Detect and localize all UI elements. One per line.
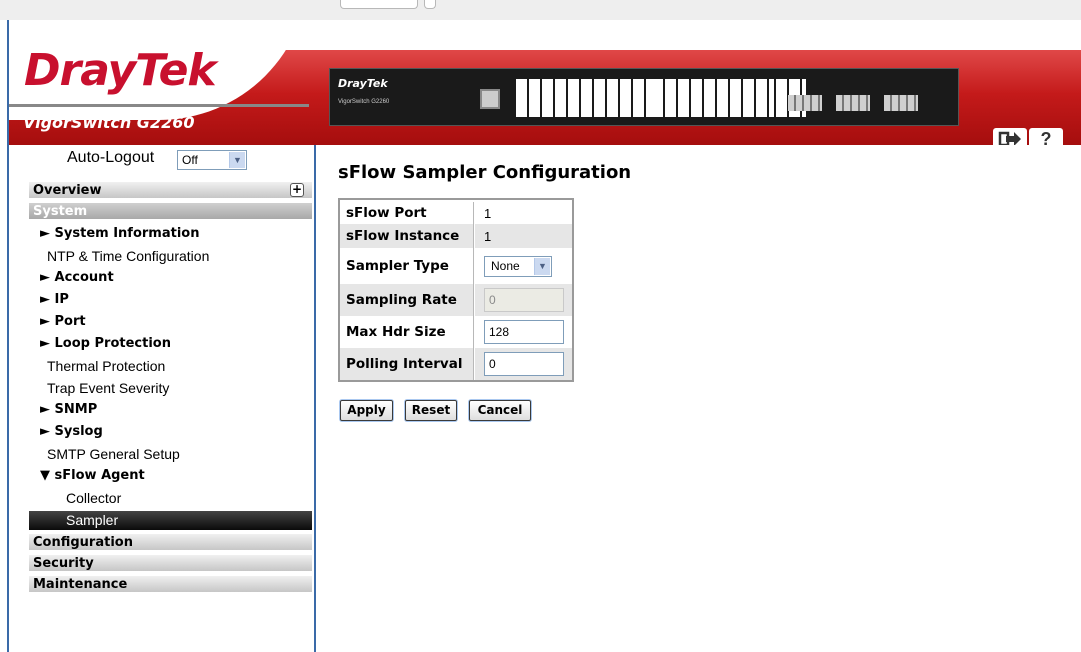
polling-interval-label: Polling Interval [340, 348, 474, 380]
cancel-button[interactable]: Cancel [469, 400, 531, 421]
sflow-instance-value: 1 [475, 224, 572, 248]
chevron-down-icon: ▼ [229, 152, 245, 168]
expand-plus-icon[interactable]: + [290, 183, 304, 197]
menu-category-configuration[interactable]: Configuration [29, 534, 312, 551]
sfp-port-icon [836, 95, 870, 111]
device-panel-image: DrayTek VigorSwitch G2260 [329, 68, 959, 126]
toolbar-stub-small [424, 0, 436, 9]
table-row-sflow-port: sFlow Port 1 [340, 202, 572, 224]
sidebar-item-sampler[interactable]: Sampler [66, 512, 118, 528]
help-question-icon[interactable]: ? [1029, 128, 1063, 145]
sidebar-item-trap-event-severity[interactable]: Trap Event Severity [47, 380, 169, 396]
sidebar-item-syslog[interactable]: ► Syslog [40, 424, 103, 439]
sflow-port-label: sFlow Port [340, 202, 474, 224]
sampler-type-select[interactable]: None ▼ [484, 256, 552, 277]
max-hdr-size-input[interactable]: 128 [484, 320, 564, 344]
sidebar: Auto-Logout Off ▼ Overview + System ► Sy… [9, 145, 312, 652]
draytek-logo: DrayTek [24, 45, 217, 96]
menu-category-security[interactable]: Security [29, 555, 312, 572]
reset-button[interactable]: Reset [405, 400, 457, 421]
menu-category-system[interactable]: System [29, 203, 312, 220]
sidebar-item-account[interactable]: ► Account [40, 270, 114, 285]
sampling-rate-cell: 0 [475, 284, 572, 316]
polling-interval-input[interactable]: 0 [484, 352, 564, 376]
sampling-rate-label: Sampling Rate [340, 284, 474, 316]
sidebar-item-sflow-agent[interactable]: ▼ sFlow Agent [40, 468, 145, 483]
chevron-down-icon: ▼ [534, 258, 550, 275]
sidebar-item-snmp[interactable]: ► SNMP [40, 402, 97, 417]
polling-interval-cell: 0 [475, 348, 572, 380]
sampler-type-value: None [491, 259, 520, 273]
table-row-sflow-instance: sFlow Instance 1 [340, 224, 572, 248]
sampling-rate-input: 0 [484, 288, 564, 312]
sidebar-item-port[interactable]: ► Port [40, 314, 86, 329]
sflow-port-value: 1 [484, 205, 492, 221]
device-model: VigorSwitch G2260 [338, 99, 390, 105]
sampler-type-label: Sampler Type [340, 248, 474, 284]
table-row-sampler-type: Sampler Type None ▼ [340, 248, 572, 284]
auto-logout-label: Auto-Logout [67, 149, 155, 166]
auto-logout-select[interactable]: Off ▼ [177, 150, 247, 170]
page-title: sFlow Sampler Configuration [338, 162, 632, 183]
sidebar-divider [314, 145, 316, 652]
auto-logout-value: Off [182, 153, 198, 167]
max-hdr-size-cell: 128 [475, 316, 572, 348]
sflow-sampler-table: sFlow Port 1 sFlow Instance 1 Sampler Ty… [338, 198, 574, 382]
sfp-port-icon [788, 95, 822, 111]
sidebar-item-ntp[interactable]: NTP & Time Configuration [47, 248, 209, 264]
apply-button[interactable]: Apply [340, 400, 393, 421]
menu-category-maintenance[interactable]: Maintenance [29, 576, 312, 593]
table-row-sampling-rate: Sampling Rate 0 [340, 284, 572, 316]
toolbar-stub [340, 0, 418, 9]
menu-category-label: Overview [33, 183, 102, 198]
menu-category-overview[interactable]: Overview + [29, 182, 312, 199]
sidebar-item-system-information[interactable]: ► System Information [40, 226, 199, 241]
console-port-icon [480, 89, 500, 109]
device-logo: DrayTek [338, 77, 388, 90]
sfp-port-icon [884, 95, 918, 111]
table-row-max-hdr-size: Max Hdr Size 128 [340, 316, 572, 348]
ethernet-ports-group-2 [652, 79, 772, 117]
sidebar-item-ip[interactable]: ► IP [40, 292, 69, 307]
sidebar-item-thermal-protection[interactable]: Thermal Protection [47, 358, 165, 374]
browser-top-strip [0, 0, 1081, 20]
sidebar-item-collector[interactable]: Collector [66, 490, 121, 506]
header-banner: DrayTek VigorSwitch G2260 DrayTek VigorS… [9, 20, 1081, 145]
table-row-polling-interval: Polling Interval 0 [340, 348, 572, 380]
logout-arrow-icon[interactable] [993, 128, 1027, 145]
sidebar-item-smtp[interactable]: SMTP General Setup [47, 446, 180, 462]
header-gray-line [9, 104, 309, 107]
sidebar-item-loop-protection[interactable]: ► Loop Protection [40, 336, 171, 351]
model-name: VigorSwitch G2260 [23, 113, 195, 132]
max-hdr-size-label: Max Hdr Size [340, 316, 474, 348]
sflow-instance-label: sFlow Instance [340, 224, 474, 248]
sampler-type-cell: None ▼ [475, 248, 572, 284]
